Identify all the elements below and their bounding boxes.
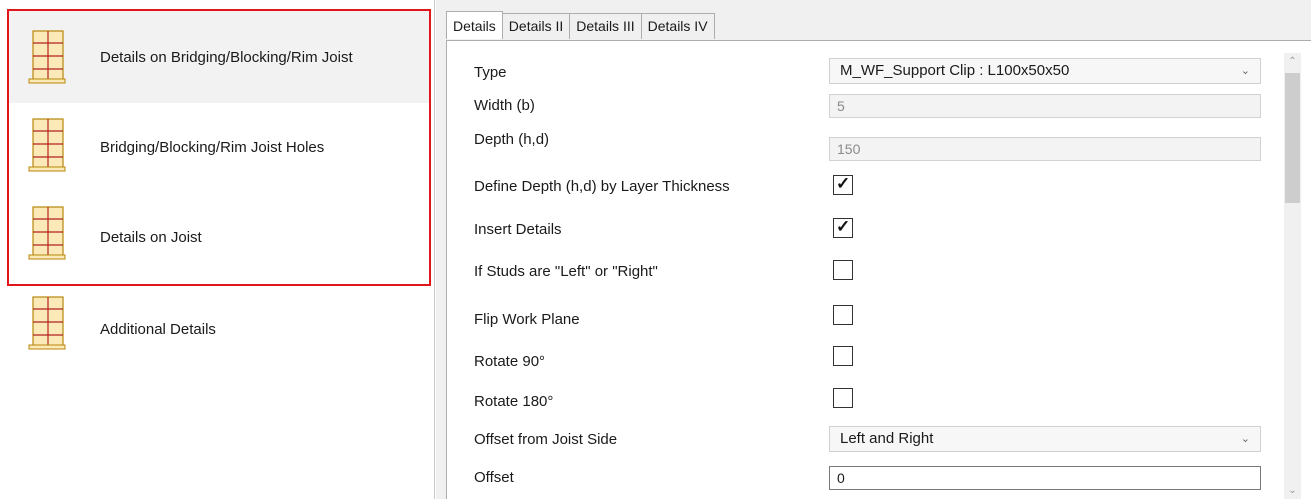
insert-details-checkbox[interactable]: ✓	[833, 217, 853, 238]
define-depth-checkbox[interactable]: ✓	[833, 174, 853, 195]
rotate-180-checkbox[interactable]	[833, 388, 853, 408]
check-icon: ✓	[836, 174, 851, 193]
tab-details-iii[interactable]: Details III	[569, 13, 642, 39]
scroll-thumb[interactable]	[1285, 73, 1300, 203]
list-item-joist-holes[interactable]: Bridging/Blocking/Rim Joist Holes	[7, 103, 431, 191]
studs-left-right-label: If Studs are "Left" or "Right"	[474, 263, 658, 280]
detail-category-list: Details on Bridging/Blocking/Rim Joist B…	[0, 0, 435, 499]
offset-side-dropdown[interactable]: Left and Right ⌄	[829, 426, 1261, 452]
joist-layout-icon	[27, 205, 69, 261]
type-label: Type	[474, 64, 507, 81]
tab-details-ii[interactable]: Details II	[501, 13, 571, 39]
tab-details[interactable]: Details	[446, 11, 503, 39]
list-item-label: Details on Joist	[100, 228, 202, 246]
list-item-details-on-bridging[interactable]: Details on Bridging/Blocking/Rim Joist	[7, 11, 431, 103]
offset-label: Offset	[474, 469, 514, 486]
type-value: M_WF_Support Clip : L100x50x50	[840, 62, 1070, 79]
offset-side-label: Offset from Joist Side	[474, 431, 618, 448]
rotate-90-checkbox[interactable]	[833, 346, 853, 366]
list-item-additional-details[interactable]: Additional Details	[7, 285, 431, 373]
list-item-label: Additional Details	[100, 320, 216, 338]
joist-layout-icon	[27, 295, 69, 351]
rotate-90-label: Rotate 90°	[474, 353, 546, 370]
studs-left-right-checkbox[interactable]	[833, 260, 853, 280]
list-item-label: Bridging/Blocking/Rim Joist Holes	[100, 138, 325, 156]
tab-bar: Details Details II Details III Details I…	[446, 11, 715, 40]
tab-details-iv[interactable]: Details IV	[640, 13, 715, 39]
list-item-details-on-joist[interactable]: Details on Joist	[7, 191, 431, 283]
type-dropdown[interactable]: M_WF_Support Clip : L100x50x50 ⌄	[829, 58, 1261, 84]
chevron-down-icon: ⌄	[1240, 65, 1250, 77]
vertical-scrollbar[interactable]: ⌃ ⌄	[1284, 53, 1301, 499]
rotate-180-label: Rotate 180°	[474, 393, 554, 410]
details-tab-content: Type M_WF_Support Clip : L100x50x50 ⌄ Wi…	[446, 40, 1311, 499]
flip-work-plane-label: Flip Work Plane	[474, 311, 580, 328]
list-item-label: Details on Bridging/Blocking/Rim Joist	[100, 48, 353, 66]
insert-details-label: Insert Details	[474, 221, 562, 238]
depth-label: Depth (h,d)	[474, 131, 550, 148]
properties-panel: Details Details II Details III Details I…	[436, 0, 1311, 499]
joist-layout-icon	[27, 117, 69, 173]
width-field: 5	[829, 94, 1261, 118]
depth-field: 150	[829, 137, 1261, 161]
check-icon: ✓	[836, 217, 851, 236]
chevron-down-icon: ⌄	[1240, 433, 1250, 445]
joist-layout-icon	[27, 29, 69, 85]
offset-input[interactable]: 0	[829, 466, 1261, 490]
offset-side-value: Left and Right	[840, 430, 934, 447]
flip-work-plane-checkbox[interactable]	[833, 305, 853, 325]
scroll-up-icon[interactable]: ⌃	[1284, 53, 1301, 70]
width-label: Width (b)	[474, 97, 535, 114]
scroll-down-icon[interactable]: ⌄	[1284, 482, 1301, 499]
define-depth-label: Define Depth (h,d) by Layer Thickness	[474, 178, 730, 195]
